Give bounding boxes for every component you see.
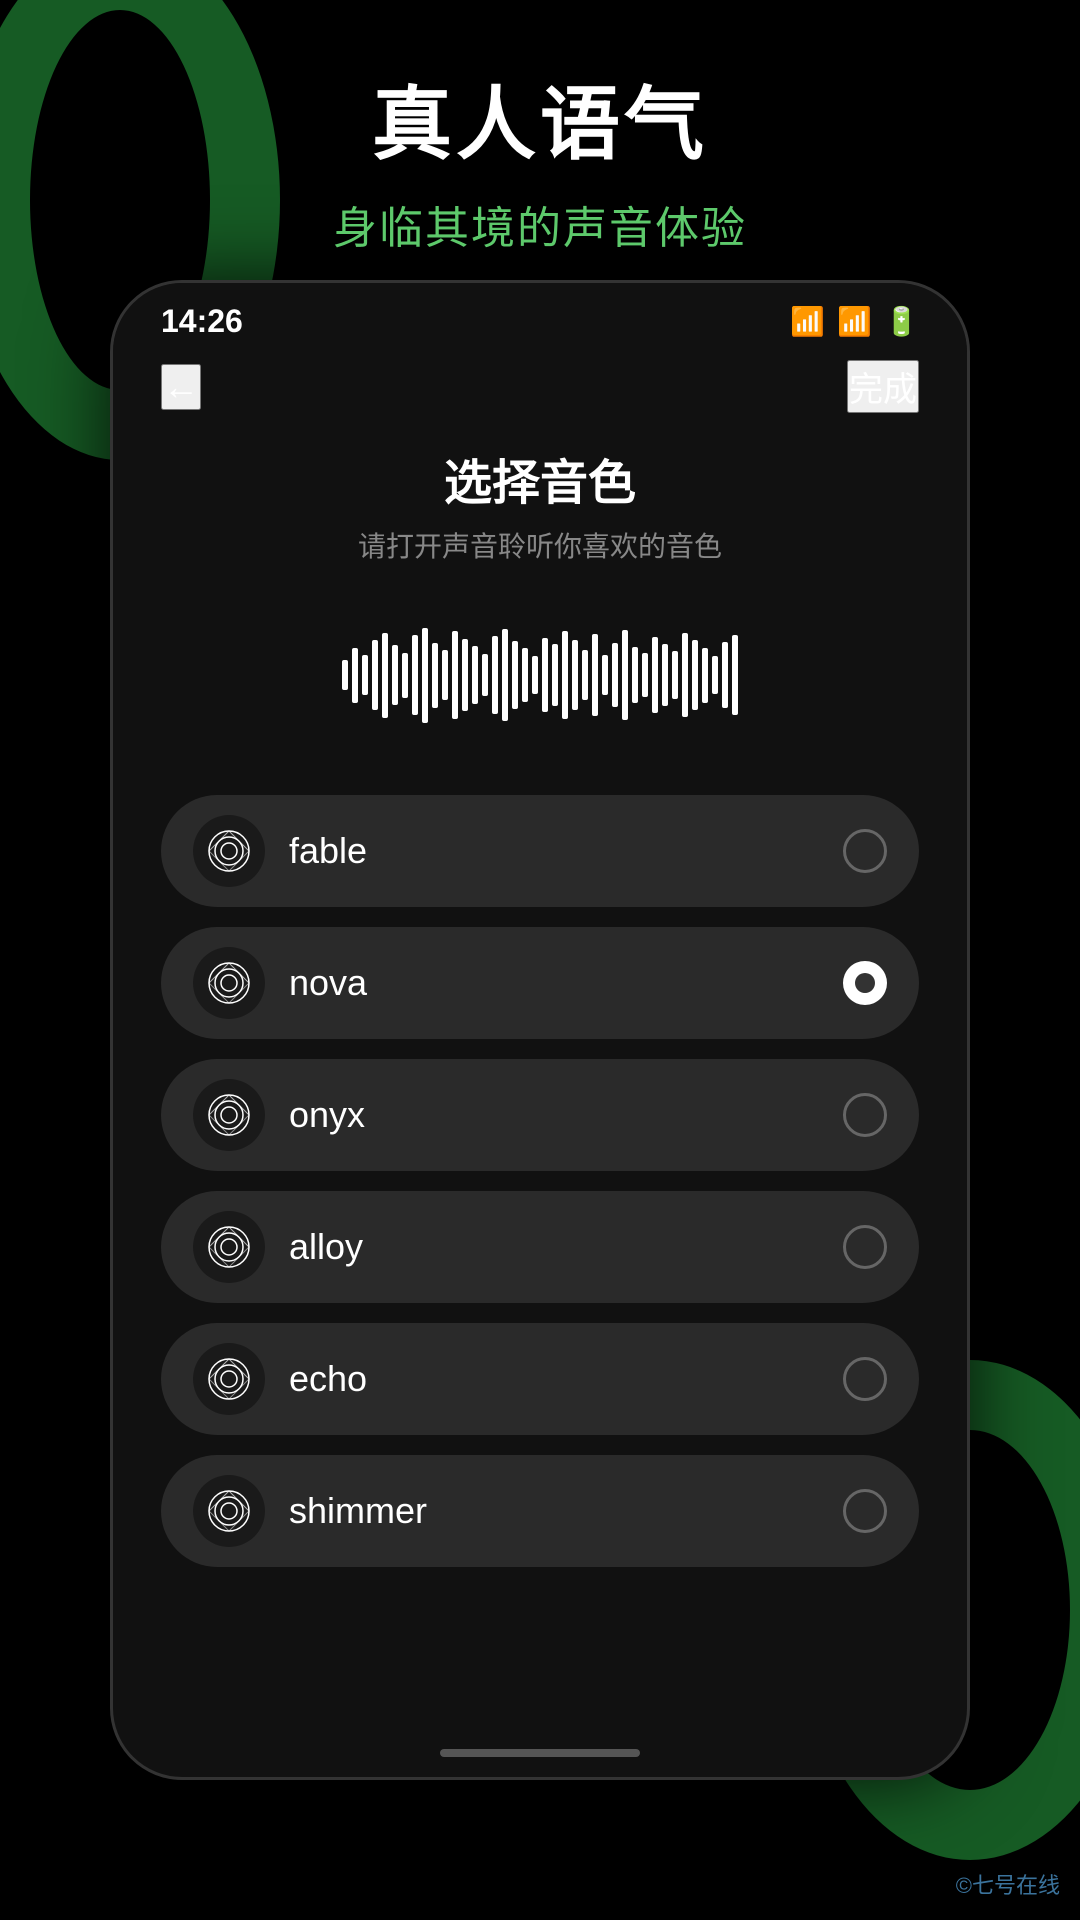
- waveform-bar: [352, 648, 358, 703]
- waveform-bar: [622, 630, 628, 720]
- radio-btn-shimmer[interactable]: [843, 1489, 887, 1533]
- voice-item-nova[interactable]: nova: [161, 927, 919, 1039]
- voice-icon-alloy: [193, 1211, 265, 1283]
- waveform-bar: [372, 640, 378, 710]
- watermark: ©七号在线: [956, 1868, 1060, 1900]
- status-time: 14:26: [161, 303, 243, 340]
- voice-icon-echo: [193, 1343, 265, 1415]
- voice-icon-shimmer: [193, 1475, 265, 1547]
- waveform-bar: [472, 646, 478, 704]
- done-button[interactable]: 完成: [847, 360, 919, 413]
- waveform-bar: [602, 655, 608, 695]
- waveform-bar: [392, 645, 398, 705]
- voice-item-left: alloy: [193, 1211, 363, 1283]
- waveform-bar: [592, 634, 598, 716]
- voice-item-left: shimmer: [193, 1475, 427, 1547]
- waveform-bar: [562, 631, 568, 719]
- back-button[interactable]: ←: [161, 364, 201, 410]
- waveform-bar: [552, 644, 558, 706]
- battery-icon: 🔋: [884, 305, 919, 338]
- status-bar: 14:26 📶 📶 🔋: [113, 283, 967, 350]
- voice-name-nova: nova: [289, 962, 367, 1004]
- voice-item-left: echo: [193, 1343, 367, 1415]
- waveform-bar: [532, 656, 538, 694]
- radio-btn-onyx[interactable]: [843, 1093, 887, 1137]
- waveform-bar: [662, 644, 668, 706]
- voice-item-fable[interactable]: fable: [161, 795, 919, 907]
- phone-mockup: 14:26 📶 📶 🔋 ← 完成 选择音色 请打开声音聆听你喜欢的音色: [110, 280, 970, 1780]
- radio-btn-echo[interactable]: [843, 1357, 887, 1401]
- waveform-bar: [482, 654, 488, 696]
- waveform-bar: [512, 641, 518, 709]
- voice-item-shimmer[interactable]: shimmer: [161, 1455, 919, 1567]
- waveform-bar: [712, 656, 718, 694]
- waveform-bar: [342, 660, 348, 690]
- waveform-bar: [442, 650, 448, 700]
- nav-bar: ← 完成: [113, 350, 967, 423]
- voice-icon-nova: [193, 947, 265, 1019]
- section-subtitle: 请打开声音聆听你喜欢的音色: [161, 525, 919, 565]
- wifi-icon: 📶: [790, 305, 825, 338]
- waveform-bar: [632, 647, 638, 703]
- waveform-bar: [382, 633, 388, 718]
- voice-name-fable: fable: [289, 830, 367, 872]
- voice-item-alloy[interactable]: alloy: [161, 1191, 919, 1303]
- waveform-bar: [722, 642, 728, 708]
- signal-icon: 📶: [837, 305, 872, 338]
- home-indicator: [440, 1749, 640, 1757]
- waveform-bar: [522, 648, 528, 702]
- waveform-bar: [362, 655, 368, 695]
- waveform-bar: [462, 639, 468, 711]
- voice-name-onyx: onyx: [289, 1094, 365, 1136]
- status-icons: 📶 📶 🔋: [790, 305, 919, 338]
- voice-name-shimmer: shimmer: [289, 1490, 427, 1532]
- waveform-bar: [732, 635, 738, 715]
- voice-icon-onyx: [193, 1079, 265, 1151]
- waveform-bar: [492, 636, 498, 714]
- waveform-bar: [452, 631, 458, 719]
- sub-title: 身临其境的声音体验: [0, 192, 1080, 256]
- waveform-bar: [642, 653, 648, 697]
- voice-name-echo: echo: [289, 1358, 367, 1400]
- waveform-bar: [692, 640, 698, 710]
- voice-item-echo[interactable]: echo: [161, 1323, 919, 1435]
- waveform-bar: [652, 637, 658, 713]
- voice-option-list: fable nova: [161, 795, 919, 1567]
- main-title: 真人语气: [0, 60, 1080, 176]
- page-header: 真人语气 身临其境的声音体验: [0, 60, 1080, 256]
- voice-item-onyx[interactable]: onyx: [161, 1059, 919, 1171]
- voice-item-left: fable: [193, 815, 367, 887]
- waveform-bar: [572, 640, 578, 710]
- waveform-bar: [542, 638, 548, 712]
- waveform-bar: [702, 648, 708, 703]
- waveform-bar: [402, 653, 408, 698]
- waveform-bar: [502, 629, 508, 721]
- radio-btn-alloy[interactable]: [843, 1225, 887, 1269]
- waveform-bar: [582, 650, 588, 700]
- section-title: 选择音色: [161, 443, 919, 513]
- waveform-bar: [682, 633, 688, 717]
- waveform-bar: [412, 635, 418, 715]
- waveform-bar: [432, 643, 438, 708]
- radio-btn-nova[interactable]: [843, 961, 887, 1005]
- voice-item-left: onyx: [193, 1079, 365, 1151]
- radio-btn-fable[interactable]: [843, 829, 887, 873]
- voice-name-alloy: alloy: [289, 1226, 363, 1268]
- waveform-bar: [422, 628, 428, 723]
- waveform-bar: [672, 651, 678, 699]
- main-content: 选择音色 请打开声音聆听你喜欢的音色 fable: [113, 423, 967, 1627]
- waveform-bar: [612, 643, 618, 707]
- waveform-visualizer: [161, 615, 919, 735]
- voice-icon-fable: [193, 815, 265, 887]
- voice-item-left: nova: [193, 947, 367, 1019]
